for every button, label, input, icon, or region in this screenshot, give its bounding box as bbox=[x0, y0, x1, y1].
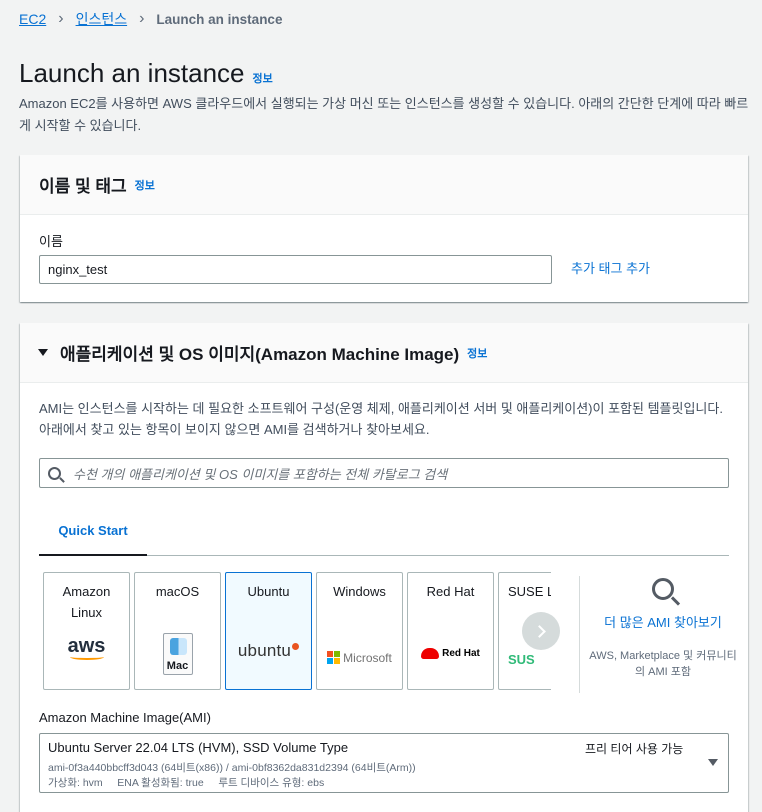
tile-amazon-linux[interactable]: Amazon Linux aws bbox=[43, 572, 130, 690]
os-tiles: Amazon Linux aws macOS Mac Ubuntu ubuntu… bbox=[43, 572, 551, 691]
tile-label: Amazon Linux bbox=[62, 584, 111, 620]
ami-panel: 애플리케이션 및 OS 이미지(Amazon Machine Image) 정보… bbox=[20, 323, 748, 812]
name-and-tags-panel: 이름 및 태그 정보 이름 nginx_test 추가 태그 추가 bbox=[20, 155, 748, 302]
page-title-text: Launch an instance bbox=[19, 58, 245, 88]
microsoft-logo-icon: Microsoft bbox=[317, 644, 402, 665]
breadcrumb-instances-link[interactable]: 인스턴스 bbox=[76, 9, 128, 29]
browse-more-amis-link[interactable]: 더 많은 AMI 찾아보기 bbox=[588, 612, 738, 633]
browse-more-amis[interactable]: 더 많은 AMI 찾아보기 AWS, Marketplace 및 커뮤니티의 A… bbox=[588, 578, 738, 680]
ami-select-title: Ubuntu Server 22.04 LTS (HVM), SSD Volum… bbox=[48, 740, 349, 755]
mac-finder-icon: Mac bbox=[162, 633, 193, 675]
ami-search-input[interactable]: 수천 개의 애플리케이션 및 OS 이미지를 포함하는 전체 카탈로그 검색 bbox=[39, 458, 729, 488]
ami-select-attributes: 가상화: hvm ENA 활성화됨: true 루트 디바이스 유형: ebs bbox=[48, 777, 325, 789]
mac-face-icon bbox=[169, 638, 187, 655]
tile-macos[interactable]: macOS Mac bbox=[134, 572, 221, 690]
chevron-right-icon bbox=[532, 624, 546, 638]
page-title: Launch an instance 정보 bbox=[19, 58, 273, 89]
microsoft-logo: Microsoft bbox=[327, 651, 392, 665]
caret-down-icon[interactable] bbox=[38, 349, 48, 356]
breadcrumb: EC2 › 인스턴스 › Launch an instance bbox=[19, 9, 282, 29]
suse-logo-text: SUS bbox=[508, 652, 535, 667]
name-input[interactable]: nginx_test bbox=[39, 255, 552, 284]
suse-logo-icon: SUS bbox=[499, 651, 551, 669]
aws-logo-text: aws bbox=[67, 635, 106, 657]
name-panel-title: 이름 및 태그 bbox=[39, 177, 127, 196]
chevron-right-icon: › bbox=[58, 10, 64, 27]
carousel-next-button[interactable] bbox=[522, 612, 560, 650]
tile-label: Windows bbox=[333, 584, 386, 599]
add-tags-link[interactable]: 추가 태그 추가 bbox=[571, 258, 650, 277]
microsoft-logo-text: Microsoft bbox=[343, 650, 392, 665]
ami-panel-header[interactable]: 애플리케이션 및 OS 이미지(Amazon Machine Image) 정보 bbox=[20, 323, 748, 383]
page-info-link[interactable]: 정보 bbox=[253, 73, 273, 85]
search-icon bbox=[48, 466, 61, 480]
tile-label: Red Hat bbox=[426, 584, 475, 599]
windows-grid-icon bbox=[327, 651, 341, 664]
tile-label: macOS bbox=[155, 584, 200, 599]
mac-logo-text: Mac bbox=[166, 660, 189, 672]
free-tier-badge: 프리 티어 사용 가능 bbox=[585, 742, 684, 756]
name-panel-header: 이름 및 태그 정보 bbox=[20, 155, 748, 215]
ami-select[interactable]: Ubuntu Server 22.04 LTS (HVM), SSD Volum… bbox=[39, 733, 729, 793]
ubuntu-circle-icon bbox=[292, 642, 300, 650]
breadcrumb-current: Launch an instance bbox=[156, 11, 283, 27]
ami-tabs: Quick Start bbox=[39, 507, 729, 556]
redhat-hat-icon bbox=[421, 648, 440, 659]
ami-select-ids: ami-0f3a440bbcff3d043 (64비트(x86)) / ami-… bbox=[48, 762, 416, 774]
tile-label: SUSE Li bbox=[508, 584, 551, 599]
tile-red-hat[interactable]: Red Hat Red Hat bbox=[407, 572, 494, 690]
ubuntu-logo-text: ubuntu bbox=[237, 641, 292, 660]
caret-down-icon[interactable] bbox=[708, 759, 718, 766]
chevron-right-icon: › bbox=[139, 10, 145, 27]
tab-quick-start[interactable]: Quick Start bbox=[39, 507, 147, 556]
ami-select-label: Amazon Machine Image(AMI) bbox=[39, 710, 211, 725]
name-field-label: 이름 bbox=[39, 234, 63, 249]
search-icon bbox=[652, 578, 674, 600]
mac-logo-wrapper: Mac bbox=[135, 633, 220, 675]
tile-label: Ubuntu bbox=[247, 584, 290, 599]
browse-more-amis-subtext: AWS, Marketplace 및 커뮤니티의 AMI 포함 bbox=[589, 650, 737, 678]
redhat-logo: Red Hat bbox=[421, 648, 480, 659]
ami-panel-title: 애플리케이션 및 OS 이미지(Amazon Machine Image) bbox=[60, 345, 460, 364]
search-placeholder: 수천 개의 애플리케이션 및 OS 이미지를 포함하는 전체 카탈로그 검색 bbox=[73, 466, 448, 482]
page-description: Amazon EC2를 사용하면 AWS 클라우드에서 실행되는 가상 머신 또… bbox=[19, 96, 749, 133]
ami-panel-info-link[interactable]: 정보 bbox=[467, 345, 487, 361]
tile-ubuntu[interactable]: Ubuntu ubuntu bbox=[225, 572, 312, 690]
ubuntu-logo-icon: ubuntu bbox=[226, 641, 311, 661]
tile-windows[interactable]: Windows Microsoft bbox=[316, 572, 403, 690]
ami-description: AMI는 인스턴스를 시작하는 데 필요한 소프트웨어 구성(운영 체제, 애플… bbox=[39, 401, 723, 437]
redhat-logo-icon: Red Hat bbox=[408, 646, 493, 664]
divider bbox=[579, 576, 580, 693]
breadcrumb-ec2-link[interactable]: EC2 bbox=[19, 11, 46, 27]
redhat-logo-text: Red Hat bbox=[442, 648, 480, 659]
name-panel-info-link[interactable]: 정보 bbox=[135, 177, 155, 193]
aws-logo-icon: aws bbox=[44, 635, 129, 660]
